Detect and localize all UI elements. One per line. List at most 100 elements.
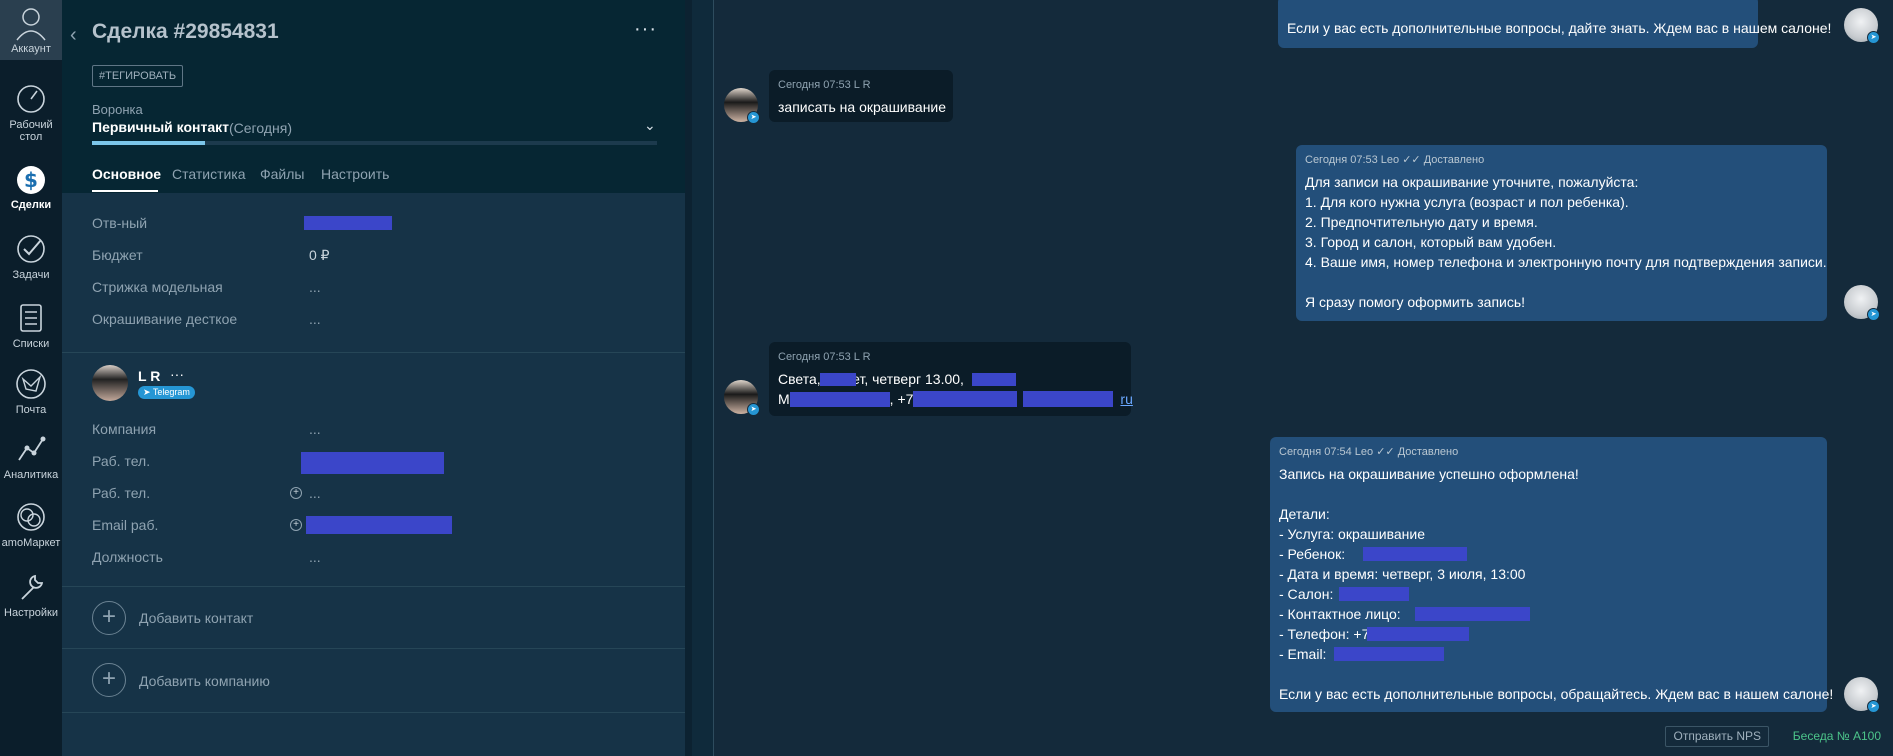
tab-main[interactable]: Основное xyxy=(92,166,161,182)
conversation-id[interactable]: Беседа № А100 xyxy=(1793,729,1881,743)
position-value[interactable]: ... xyxy=(309,549,321,565)
telegram-icon: ➤ xyxy=(1867,308,1880,321)
company-label: Компания xyxy=(92,421,157,437)
redaction xyxy=(1023,391,1113,407)
chat-footer: Отправить NPS Беседа № А100 xyxy=(1581,726,1881,747)
email-link[interactable]: ru xyxy=(1120,391,1132,407)
message-text: М xyxy=(778,391,790,407)
deals-icon: $ xyxy=(17,166,45,194)
message-text: Если у вас есть дополнительные вопросы, … xyxy=(1287,20,1832,36)
nav-item-lists[interactable]: Списки xyxy=(0,301,62,350)
add-company-icon[interactable]: + xyxy=(92,663,126,697)
message-line: - Дата и время: четверг, 3 июля, 13:00 xyxy=(1279,566,1526,582)
message-line: Я сразу помогу оформить запись! xyxy=(1305,294,1526,310)
telegram-badge-label: Telegram xyxy=(152,387,190,397)
more-icon[interactable]: ··· xyxy=(634,18,657,41)
tab-active-underline xyxy=(92,190,158,192)
model-haircut-value[interactable]: ... xyxy=(309,279,321,295)
contact-name[interactable]: L R xyxy=(138,368,160,384)
nav-item-market[interactable]: amoМаркет xyxy=(0,500,62,549)
redaction xyxy=(913,391,1017,407)
position-label: Должность xyxy=(92,549,163,565)
chevron-down-icon[interactable]: ⌄ xyxy=(644,117,656,134)
redaction xyxy=(1367,627,1469,641)
add-phone-icon[interactable]: + xyxy=(290,487,302,499)
responsible-value-redacted[interactable] xyxy=(304,216,392,230)
panel-splitter[interactable] xyxy=(685,0,692,756)
tag-button[interactable]: #ТЕГИРОВАТЬ xyxy=(92,65,184,87)
nav-item-tasks[interactable]: Задачи xyxy=(0,232,62,281)
lists-icon xyxy=(20,304,42,332)
tab-files[interactable]: Файлы xyxy=(260,166,304,182)
market-icon xyxy=(17,503,45,531)
nav-item-label: Списки xyxy=(12,338,50,350)
telegram-badge: ➤ Telegram xyxy=(138,386,195,399)
analytics-icon xyxy=(18,436,46,461)
message-line: - Услуга: окрашивание xyxy=(1279,526,1425,542)
work-phone-label: Раб. тел. xyxy=(92,453,151,469)
budget-value[interactable]: 0 ₽ xyxy=(309,247,330,264)
add-contact-icon[interactable]: + xyxy=(92,601,126,635)
work-phone2-value[interactable]: ... xyxy=(309,485,321,501)
contact-avatar[interactable] xyxy=(92,365,128,401)
message-line xyxy=(1279,484,1818,504)
message-line: 4. Ваше имя, номер телефона и электронну… xyxy=(1305,254,1827,270)
funnel-stage[interactable]: Первичный контакт xyxy=(92,119,229,135)
contact-more-icon[interactable]: ··· xyxy=(170,366,184,382)
client-avatar: ➤ xyxy=(724,380,760,416)
nav-account[interactable]: Аккаунт xyxy=(0,0,62,60)
nav-item-mail[interactable]: Почта xyxy=(0,367,62,416)
company-value[interactable]: ... xyxy=(309,421,321,437)
back-arrow-icon[interactable]: ‹ xyxy=(70,25,84,45)
message-line xyxy=(1305,272,1818,292)
nav-item-dashboard[interactable]: Рабочий стол xyxy=(0,82,62,143)
message-line: Запись на окрашивание успешно оформлена! xyxy=(1279,466,1579,482)
nav-item-label: Задачи xyxy=(12,269,50,281)
dashboard-icon xyxy=(17,85,45,113)
redaction xyxy=(790,392,890,407)
telegram-icon: ➤ xyxy=(1867,700,1880,713)
bot-avatar: ➤ xyxy=(1844,677,1880,713)
message-text: записать на окрашивание xyxy=(778,99,947,115)
tab-statistics[interactable]: Статистика xyxy=(172,166,246,182)
message-line: - Телефон: +7 xyxy=(1279,624,1818,644)
message-meta: Сегодня 07:53 L R xyxy=(778,79,871,91)
tab-configure[interactable]: Настроить xyxy=(321,166,389,182)
nav-item-deals[interactable]: $ Сделки xyxy=(0,162,62,211)
nav-item-settings[interactable]: Настройки xyxy=(0,570,62,619)
message-outgoing: Сегодня 07:54 Leo ✓✓ Доставлено Запись н… xyxy=(1270,437,1833,712)
add-contact-button[interactable]: Добавить контакт xyxy=(139,610,253,626)
add-email-icon[interactable]: + xyxy=(290,519,302,531)
message-line: - Email: xyxy=(1279,644,1818,664)
redaction xyxy=(820,373,856,386)
nav-item-label: Настройки xyxy=(4,607,58,619)
redaction xyxy=(1339,587,1409,601)
work-phone2-label: Раб. тел. xyxy=(92,485,151,501)
redaction xyxy=(1363,547,1467,561)
email-label: Email раб. xyxy=(92,517,159,533)
wrench-icon xyxy=(21,574,44,600)
message-meta: Сегодня 07:53 L R xyxy=(778,351,871,363)
nav-item-label: amoМаркет xyxy=(1,537,61,549)
add-company-button[interactable]: Добавить компанию xyxy=(139,673,270,689)
send-nps-button[interactable]: Отправить NPS xyxy=(1665,726,1769,747)
work-phone-value-redacted[interactable] xyxy=(301,452,444,474)
lead-title: Сделка #29854831 xyxy=(92,20,279,43)
stage-progress-fill xyxy=(92,141,205,145)
client-avatar: ➤ xyxy=(724,88,760,124)
message-line: 3. Город и салон, который вам удобен. xyxy=(1305,234,1557,250)
message-line xyxy=(1279,664,1818,684)
email-value-redacted[interactable] xyxy=(306,516,452,534)
kids-coloring-value[interactable]: ... xyxy=(309,311,321,327)
message-line: - Контактное лицо: xyxy=(1279,604,1818,624)
telegram-icon: ➤ xyxy=(1867,31,1880,44)
nav-item-analytics[interactable]: Аналитика xyxy=(0,432,62,481)
message-text: - Телефон: +7 xyxy=(1279,626,1370,642)
message-line: - Ребенок: xyxy=(1279,544,1818,564)
bot-avatar: ➤ xyxy=(1844,285,1880,321)
message-text: - Контактное лицо: xyxy=(1279,606,1401,622)
responsible-label: Отв-ный xyxy=(92,215,148,231)
message-line: Для записи на окрашивание уточните, пожа… xyxy=(1305,174,1639,190)
divider xyxy=(62,586,685,587)
main-nav: Аккаунт Рабочий стол $ Сделки Задачи Спи… xyxy=(0,0,62,756)
